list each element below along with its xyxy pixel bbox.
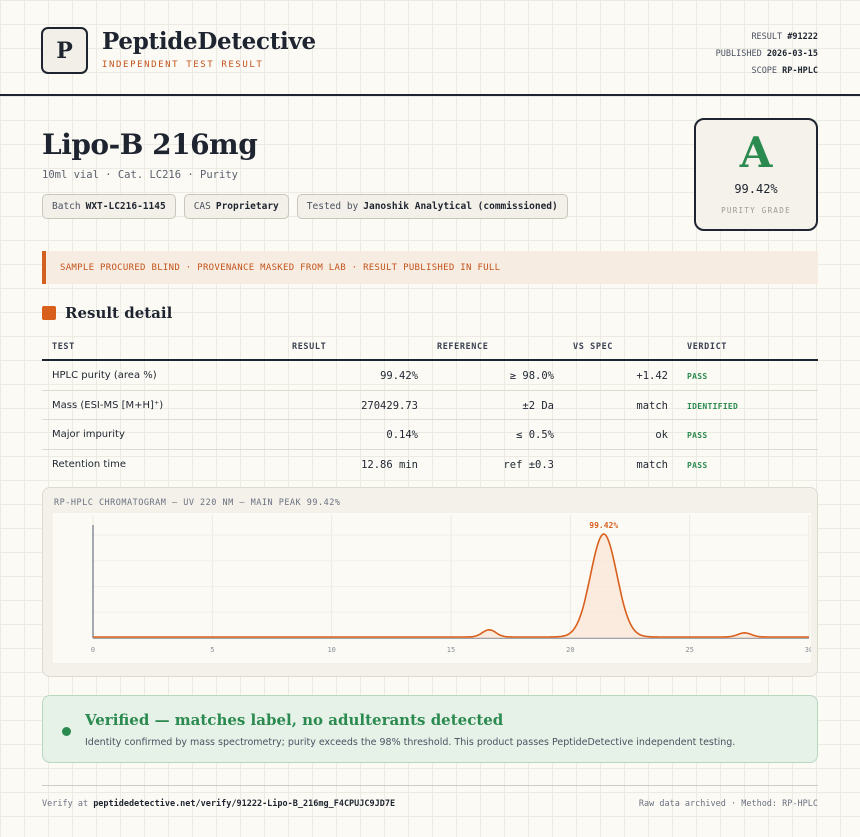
batch-chip: Batch WXT-LC216-1145	[42, 194, 176, 219]
table-header: TEST RESULT REFERENCE VS SPEC VERDICT	[42, 341, 818, 361]
col-result: RESULT	[292, 342, 327, 352]
verified-text: Identity confirmed by mass spectrometry;…	[85, 737, 736, 748]
verify-link[interactable]: Verify at peptidedetective.net/verify/91…	[42, 799, 395, 809]
cell-reference: ≥ 98.0%	[509, 370, 554, 382]
table-row: HPLC purity (area %) 99.42% ≥ 98.0% +1.4…	[42, 361, 818, 391]
product-chips: Batch WXT-LC216-1145 CAS Proprietary Teste…	[42, 194, 568, 219]
cell-spec: match	[636, 458, 668, 471]
grade-label: PURITY GRADE	[721, 206, 791, 215]
verified-title: Verified — matches label, no adulterants…	[85, 711, 504, 729]
col-vs-spec: VS SPEC	[573, 342, 614, 352]
col-reference: REFERENCE	[437, 342, 489, 352]
x-tick-label: 25	[685, 646, 693, 654]
cell-test: Retention time	[52, 458, 126, 470]
table-row: Retention time 12.86 min ref ±0.3 match …	[42, 450, 818, 480]
x-tick-label: 10	[327, 646, 335, 654]
product-title: Lipo-B 216mg	[42, 128, 258, 161]
cell-spec: match	[636, 399, 668, 412]
chromatogram-title: RP-HPLC CHROMATOGRAM — UV 220 NM — MAIN …	[54, 498, 341, 508]
cell-reference: ref ±0.3	[503, 458, 554, 471]
cell-reference: ±2 Da	[522, 399, 554, 412]
cell-result: 12.86 min	[361, 458, 418, 471]
x-tick-label: 0	[91, 646, 95, 654]
cell-spec: ok	[655, 429, 668, 441]
cell-reference: ≤ 0.5%	[516, 429, 554, 441]
cell-result: 99.42%	[380, 370, 418, 382]
cell-verdict: PASS	[687, 431, 708, 440]
cell-verdict: PASS	[687, 372, 708, 381]
grade-value: 99.42%	[734, 182, 778, 196]
table-row: Major impurity 0.14% ≤ 0.5% ok PASS	[42, 420, 818, 450]
brand-subtitle: INDEPENDENT TEST RESULT	[102, 60, 264, 70]
verified-dot-icon	[62, 727, 71, 736]
section-marker-icon	[42, 306, 56, 320]
cell-verdict: PASS	[687, 460, 708, 470]
x-tick-label: 5	[210, 646, 214, 654]
grade-letter: A	[739, 128, 773, 177]
x-tick-label: 30	[805, 646, 811, 654]
cell-test: Major impurity	[52, 429, 125, 440]
col-verdict: VERDICT	[687, 342, 728, 352]
x-tick-label: 20	[566, 646, 574, 654]
chromatogram-panel: RP-HPLC CHROMATOGRAM — UV 220 NM — MAIN …	[42, 487, 818, 677]
meta-published: PUBLISHED 2026-03-15	[715, 49, 818, 59]
brand-name: PeptideDetective	[102, 28, 316, 55]
report-header: P PeptideDetective INDEPENDENT TEST RESU…	[0, 0, 860, 96]
section-title: Result detail	[65, 304, 173, 322]
verified-callout: Verified — matches label, no adulterants…	[42, 695, 818, 763]
peak-label: 99.42%	[589, 521, 618, 530]
cell-test: Mass (ESI-MS [M+H]⁺)	[52, 399, 164, 411]
col-test: TEST	[52, 342, 75, 352]
footer-note: Raw data archived · Method: RP-HPLC	[638, 799, 818, 809]
chromatogram-chart: 99.42% 0 5 10 15 20 25 30	[53, 513, 811, 663]
cell-test: HPLC purity (area %)	[52, 370, 157, 381]
product-subtitle: 10ml vial · Cat. LC216 · Purity	[42, 169, 238, 181]
meta-result: RESULT #91222	[751, 32, 818, 42]
cell-result: 270429.73	[361, 399, 418, 412]
cell-result: 0.14%	[386, 429, 418, 441]
cell-verdict: IDENTIFIED	[687, 401, 739, 411]
table-row: Mass (ESI-MS [M+H]⁺) 270429.73 ±2 Da mat…	[42, 391, 818, 420]
purity-grade-card: A 99.42% PURITY GRADE	[694, 118, 818, 231]
result-table: TEST RESULT REFERENCE VS SPEC VERDICT HP…	[42, 341, 818, 479]
lab-chip: Tested by Janoshik Analytical (commission…	[296, 194, 568, 219]
brand-logo: P	[41, 27, 88, 74]
meta-scope: SCOPE RP-HPLC	[751, 66, 818, 76]
x-tick-label: 15	[447, 646, 455, 654]
footer-divider	[42, 785, 818, 786]
cell-spec: +1.42	[636, 370, 668, 382]
result-meta: RESULT #91222 PUBLISHED 2026-03-15 SCOPE…	[716, 29, 818, 80]
cas-chip: CAS Proprietary	[183, 194, 289, 219]
procurement-banner: SAMPLE PROCURED BLIND · PROVENANCE MASKE…	[42, 251, 818, 284]
